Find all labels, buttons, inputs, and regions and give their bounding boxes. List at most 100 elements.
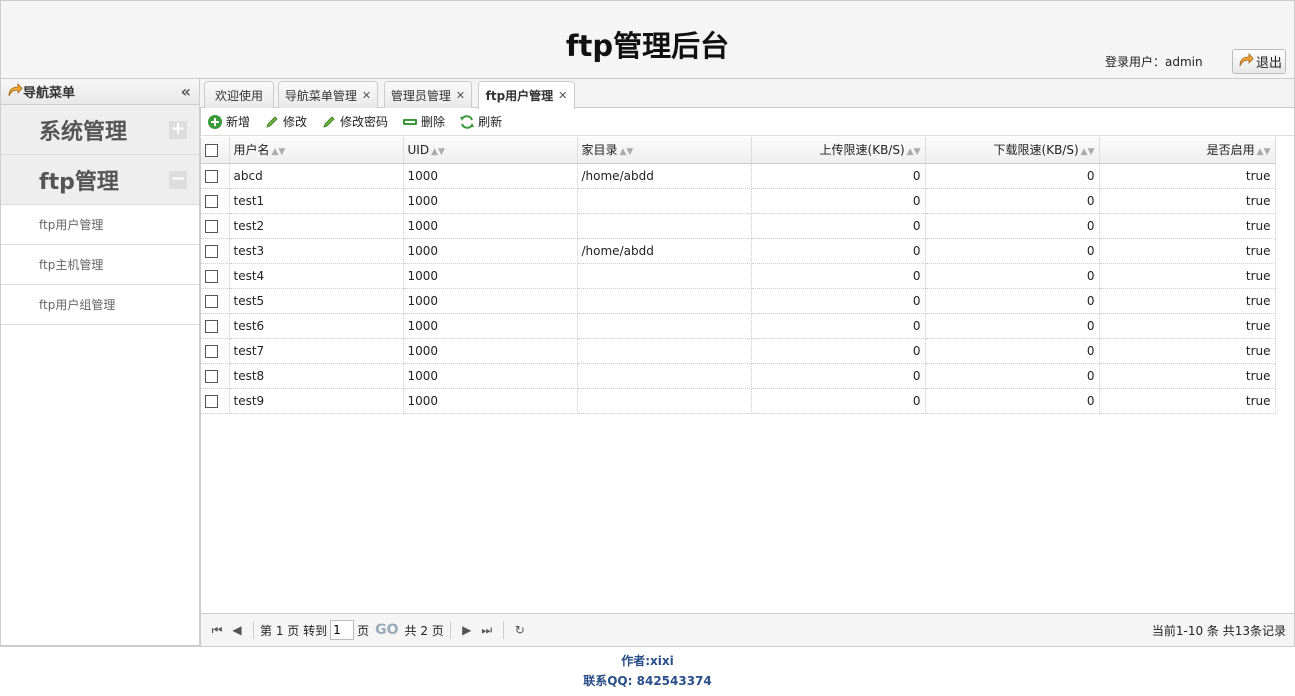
- row-checkbox[interactable]: [205, 269, 218, 283]
- row-checkbox[interactable]: [205, 369, 218, 383]
- refresh-button[interactable]: 刷新: [459, 113, 502, 130]
- table-row[interactable]: test1 1000 0 0 true: [201, 188, 1276, 214]
- cell-home: [577, 263, 752, 289]
- row-select-cell[interactable]: [201, 163, 230, 189]
- row-checkbox[interactable]: [205, 244, 218, 258]
- row-checkbox[interactable]: [205, 319, 218, 333]
- row-select-cell[interactable]: [201, 263, 230, 289]
- row-checkbox[interactable]: [205, 194, 218, 208]
- sidebar-item-ftp-hosts[interactable]: ftp主机管理: [1, 245, 199, 285]
- close-icon[interactable]: ✕: [456, 89, 465, 102]
- edit-button[interactable]: 修改: [264, 113, 307, 130]
- tab-admin[interactable]: 管理员管理 ✕: [384, 81, 472, 108]
- table-row[interactable]: test7 1000 0 0 true: [201, 338, 1276, 364]
- row-select-cell[interactable]: [201, 238, 230, 264]
- select-all-cell[interactable]: [201, 137, 230, 164]
- row-checkbox[interactable]: [205, 219, 218, 233]
- row-select-cell[interactable]: [201, 338, 230, 364]
- cell-username: test1: [229, 188, 404, 214]
- cell-uid: 1000: [403, 363, 578, 389]
- cell-download: 0: [925, 338, 1100, 364]
- cell-uid: 1000: [403, 313, 578, 339]
- prev-page-icon[interactable]: ◀: [227, 623, 247, 637]
- tab-bar: 欢迎使用 导航菜单管理 ✕ 管理员管理 ✕ ftp用户管理 ✕: [200, 79, 1294, 109]
- logout-button[interactable]: 退出: [1232, 49, 1286, 74]
- cell-upload: 0: [751, 263, 926, 289]
- edit-password-button[interactable]: 修改密码: [321, 113, 388, 130]
- column-header-username[interactable]: 用户名 ▲▼: [229, 137, 404, 164]
- cell-enabled: true: [1099, 188, 1276, 214]
- column-header-home[interactable]: 家目录 ▲▼: [577, 137, 752, 164]
- column-header-uid[interactable]: UID ▲▼: [403, 137, 578, 164]
- page-number-input[interactable]: [330, 620, 355, 640]
- row-checkbox[interactable]: [205, 394, 218, 408]
- row-select-cell[interactable]: [201, 288, 230, 314]
- reload-icon[interactable]: ↻: [510, 623, 530, 637]
- last-page-icon[interactable]: ⏭: [477, 623, 497, 638]
- collapse-left-icon[interactable]: «: [181, 82, 191, 101]
- cell-download: 0: [925, 363, 1100, 389]
- cell-uid: 1000: [403, 163, 578, 189]
- close-icon[interactable]: ✕: [362, 89, 371, 102]
- sort-icon: ▲▼: [1080, 147, 1095, 158]
- cell-download: 0: [925, 313, 1100, 339]
- divider: [253, 621, 254, 639]
- table-row[interactable]: test5 1000 0 0 true: [201, 288, 1276, 314]
- row-checkbox[interactable]: [205, 294, 218, 308]
- table-row[interactable]: test6 1000 0 0 true: [201, 313, 1276, 339]
- cell-username: abcd: [229, 163, 404, 189]
- cell-home: [577, 363, 752, 389]
- cell-download: 0: [925, 238, 1100, 264]
- sidebar-title: 导航菜单: [23, 86, 76, 101]
- column-header-download[interactable]: 下载限速(KB/S) ▲▼: [925, 137, 1100, 164]
- cell-enabled: true: [1099, 163, 1276, 189]
- close-icon[interactable]: ✕: [558, 89, 567, 102]
- sidebar-group-ftp[interactable]: ftp管理 −: [1, 155, 199, 205]
- collapse-icon[interactable]: −: [169, 170, 187, 189]
- next-page-icon[interactable]: ▶: [457, 623, 477, 637]
- cell-download: 0: [925, 163, 1100, 189]
- delete-label: 删除: [421, 115, 446, 129]
- table-row[interactable]: test4 1000 0 0 true: [201, 263, 1276, 289]
- cell-upload: 0: [751, 288, 926, 314]
- go-button[interactable]: GO: [375, 622, 398, 638]
- table-row[interactable]: abcd 1000/home/abdd 0 0 true: [201, 163, 1276, 189]
- sort-icon: ▲▼: [1256, 147, 1271, 158]
- delete-button[interactable]: 删除: [402, 113, 445, 130]
- expand-icon[interactable]: +: [169, 120, 187, 139]
- select-all-checkbox[interactable]: [205, 143, 218, 157]
- table-row[interactable]: test8 1000 0 0 true: [201, 363, 1276, 389]
- row-select-cell[interactable]: [201, 313, 230, 339]
- column-header-enabled[interactable]: 是否启用 ▲▼: [1099, 137, 1276, 164]
- cell-home: [577, 338, 752, 364]
- cell-download: 0: [925, 388, 1100, 414]
- cell-home: /home/abdd: [577, 238, 752, 264]
- row-select-cell[interactable]: [201, 363, 230, 389]
- table-row[interactable]: test9 1000 0 0 true: [201, 388, 1276, 414]
- cell-username: test2: [229, 213, 404, 239]
- add-label: 新增: [226, 115, 251, 129]
- tab-label: 管理员管理: [390, 88, 451, 103]
- row-checkbox[interactable]: [205, 169, 218, 183]
- table-body: abcd 1000/home/abdd 0 0 true test1 1000 0 0 true t…: [201, 163, 1276, 414]
- divider: [449, 621, 451, 639]
- first-page-icon[interactable]: ⏮: [207, 623, 227, 638]
- row-checkbox[interactable]: [205, 344, 218, 358]
- table-row[interactable]: test3 1000/home/abdd 0 0 true: [201, 238, 1276, 264]
- tab-ftp-users[interactable]: ftp用户管理 ✕: [478, 81, 575, 109]
- table-row[interactable]: test2 1000 0 0 true: [201, 213, 1276, 239]
- row-select-cell[interactable]: [201, 388, 230, 414]
- tab-welcome[interactable]: 欢迎使用: [204, 81, 274, 108]
- row-select-cell[interactable]: [201, 188, 230, 214]
- row-select-cell[interactable]: [201, 213, 230, 239]
- sort-icon: ▲▼: [619, 147, 634, 158]
- sidebar-item-ftp-users[interactable]: ftp用户管理: [1, 205, 199, 245]
- sidebar-item-ftp-groups[interactable]: ftp用户组管理: [1, 285, 199, 325]
- cell-uid: 1000: [403, 388, 578, 414]
- column-header-upload[interactable]: 上传限速(KB/S) ▲▼: [751, 137, 926, 164]
- sidebar-group-system[interactable]: 系统管理 +: [1, 105, 199, 155]
- tab-nav-menu[interactable]: 导航菜单管理 ✕: [278, 81, 378, 108]
- cell-download: 0: [925, 263, 1100, 289]
- cell-upload: 0: [751, 388, 926, 414]
- add-button[interactable]: 新增: [207, 113, 250, 130]
